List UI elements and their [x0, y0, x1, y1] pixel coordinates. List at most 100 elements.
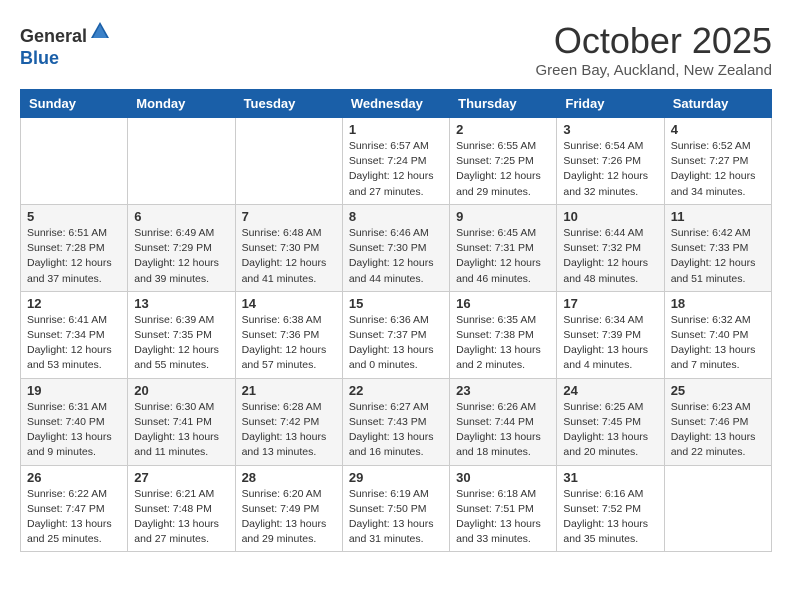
table-row: 5 Sunrise: 6:51 AM Sunset: 7:28 PM Daylig… [21, 204, 128, 291]
day-info: Sunrise: 6:41 AM Sunset: 7:34 PM Dayligh… [27, 313, 121, 374]
day-number: 17 [563, 296, 657, 311]
day-number: 19 [27, 383, 121, 398]
calendar-week-row: 26 Sunrise: 6:22 AM Sunset: 7:47 PM Dayli… [21, 465, 772, 552]
header-monday: Monday [128, 90, 235, 118]
calendar-week-row: 12 Sunrise: 6:41 AM Sunset: 7:34 PM Dayli… [21, 291, 772, 378]
header-sunday: Sunday [21, 90, 128, 118]
table-row: 22Sunrise: 6:27 AM Sunset: 7:43 PM Dayli… [342, 378, 449, 465]
header-saturday: Saturday [664, 90, 771, 118]
day-info: Sunrise: 6:35 AM Sunset: 7:38 PM Dayligh… [456, 313, 550, 374]
month-title: October 2025 [535, 20, 772, 62]
day-number: 5 [27, 209, 121, 224]
logo: General Blue [20, 20, 111, 69]
table-row: 4 Sunrise: 6:52 AM Sunset: 7:27 PM Daylig… [664, 118, 771, 205]
day-number: 10 [563, 209, 657, 224]
page-header: General Blue October 2025 Green Bay, Auc… [20, 20, 772, 79]
day-number: 1 [349, 122, 443, 137]
day-number: 12 [27, 296, 121, 311]
day-info: Sunrise: 6:39 AM Sunset: 7:35 PM Dayligh… [134, 313, 228, 374]
day-info: Sunrise: 6:16 AM Sunset: 7:52 PM Dayligh… [563, 487, 657, 548]
day-info: Sunrise: 6:22 AM Sunset: 7:47 PM Dayligh… [27, 487, 121, 548]
day-info: Sunrise: 6:21 AM Sunset: 7:48 PM Dayligh… [134, 487, 228, 548]
day-info: Sunrise: 6:49 AM Sunset: 7:29 PM Dayligh… [134, 226, 228, 287]
day-info: Sunrise: 6:51 AM Sunset: 7:28 PM Dayligh… [27, 226, 121, 287]
day-number: 20 [134, 383, 228, 398]
table-row: 17 Sunrise: 6:34 AM Sunset: 7:39 PM Dayli… [557, 291, 664, 378]
day-number: 14 [242, 296, 336, 311]
table-row: 21 Sunrise: 6:28 AM Sunset: 7:42 PM Dayli… [235, 378, 342, 465]
table-row: 15Sunrise: 6:36 AM Sunset: 7:37 PM Dayli… [342, 291, 449, 378]
table-row: 25 Sunrise: 6:23 AM Sunset: 7:46 PM Dayli… [664, 378, 771, 465]
table-row: 12 Sunrise: 6:41 AM Sunset: 7:34 PM Dayli… [21, 291, 128, 378]
day-info: Sunrise: 6:52 AM Sunset: 7:27 PM Dayligh… [671, 139, 765, 200]
day-info: Sunrise: 6:54 AM Sunset: 7:26 PM Dayligh… [563, 139, 657, 200]
day-info: Sunrise: 6:44 AM Sunset: 7:32 PM Dayligh… [563, 226, 657, 287]
day-info: Sunrise: 6:42 AM Sunset: 7:33 PM Dayligh… [671, 226, 765, 287]
calendar-header-row: Sunday Monday Tuesday Wednesday Thursday… [21, 90, 772, 118]
day-info: Sunrise: 6:30 AM Sunset: 7:41 PM Dayligh… [134, 400, 228, 461]
day-info: Sunrise: 6:31 AM Sunset: 7:40 PM Dayligh… [27, 400, 121, 461]
day-number: 26 [27, 470, 121, 485]
day-number: 21 [242, 383, 336, 398]
location-subtitle: Green Bay, Auckland, New Zealand [535, 62, 772, 79]
day-number: 13 [134, 296, 228, 311]
calendar-table: Sunday Monday Tuesday Wednesday Thursday… [20, 89, 772, 552]
day-number: 22 [349, 383, 443, 398]
day-info: Sunrise: 6:55 AM Sunset: 7:25 PM Dayligh… [456, 139, 550, 200]
table-row: 20 Sunrise: 6:30 AM Sunset: 7:41 PM Dayli… [128, 378, 235, 465]
table-row: 24Sunrise: 6:25 AM Sunset: 7:45 PM Dayli… [557, 378, 664, 465]
header-thursday: Thursday [450, 90, 557, 118]
calendar-week-row: 19 Sunrise: 6:31 AM Sunset: 7:40 PM Dayli… [21, 378, 772, 465]
day-number: 9 [456, 209, 550, 224]
table-row: 13 Sunrise: 6:39 AM Sunset: 7:35 PM Dayli… [128, 291, 235, 378]
day-info: Sunrise: 6:23 AM Sunset: 7:46 PM Dayligh… [671, 400, 765, 461]
calendar-week-row: 5 Sunrise: 6:51 AM Sunset: 7:28 PM Daylig… [21, 204, 772, 291]
day-info: Sunrise: 6:45 AM Sunset: 7:31 PM Dayligh… [456, 226, 550, 287]
table-row: 7 Sunrise: 6:48 AM Sunset: 7:30 PM Daylig… [235, 204, 342, 291]
day-number: 2 [456, 122, 550, 137]
day-number: 6 [134, 209, 228, 224]
day-info: Sunrise: 6:28 AM Sunset: 7:42 PM Dayligh… [242, 400, 336, 461]
table-row [21, 118, 128, 205]
day-number: 7 [242, 209, 336, 224]
table-row [128, 118, 235, 205]
table-row: 11Sunrise: 6:42 AM Sunset: 7:33 PM Dayli… [664, 204, 771, 291]
calendar-week-row: 1Sunrise: 6:57 AM Sunset: 7:24 PM Daylig… [21, 118, 772, 205]
table-row: 18 Sunrise: 6:32 AM Sunset: 7:40 PM Dayli… [664, 291, 771, 378]
day-number: 23 [456, 383, 550, 398]
day-number: 30 [456, 470, 550, 485]
header-friday: Friday [557, 90, 664, 118]
day-number: 18 [671, 296, 765, 311]
day-number: 27 [134, 470, 228, 485]
day-info: Sunrise: 6:25 AM Sunset: 7:45 PM Dayligh… [563, 400, 657, 461]
logo-general: General [20, 26, 87, 46]
day-info: Sunrise: 6:18 AM Sunset: 7:51 PM Dayligh… [456, 487, 550, 548]
table-row: 8Sunrise: 6:46 AM Sunset: 7:30 PM Daylig… [342, 204, 449, 291]
table-row: 19 Sunrise: 6:31 AM Sunset: 7:40 PM Dayli… [21, 378, 128, 465]
day-info: Sunrise: 6:32 AM Sunset: 7:40 PM Dayligh… [671, 313, 765, 374]
logo-blue-text: Blue [20, 48, 111, 70]
table-row: 28 Sunrise: 6:20 AM Sunset: 7:49 PM Dayli… [235, 465, 342, 552]
title-block: October 2025 Green Bay, Auckland, New Ze… [535, 20, 772, 79]
day-number: 15 [349, 296, 443, 311]
logo-text: General [20, 20, 111, 48]
table-row: 29Sunrise: 6:19 AM Sunset: 7:50 PM Dayli… [342, 465, 449, 552]
header-tuesday: Tuesday [235, 90, 342, 118]
table-row: 1Sunrise: 6:57 AM Sunset: 7:24 PM Daylig… [342, 118, 449, 205]
day-number: 31 [563, 470, 657, 485]
day-info: Sunrise: 6:48 AM Sunset: 7:30 PM Dayligh… [242, 226, 336, 287]
day-number: 8 [349, 209, 443, 224]
table-row: 9 Sunrise: 6:45 AM Sunset: 7:31 PM Daylig… [450, 204, 557, 291]
day-number: 3 [563, 122, 657, 137]
header-wednesday: Wednesday [342, 90, 449, 118]
day-info: Sunrise: 6:34 AM Sunset: 7:39 PM Dayligh… [563, 313, 657, 374]
table-row: 2 Sunrise: 6:55 AM Sunset: 7:25 PM Daylig… [450, 118, 557, 205]
day-info: Sunrise: 6:26 AM Sunset: 7:44 PM Dayligh… [456, 400, 550, 461]
logo-icon [89, 20, 111, 42]
table-row [235, 118, 342, 205]
day-info: Sunrise: 6:20 AM Sunset: 7:49 PM Dayligh… [242, 487, 336, 548]
day-number: 25 [671, 383, 765, 398]
day-number: 28 [242, 470, 336, 485]
day-number: 4 [671, 122, 765, 137]
table-row: 23 Sunrise: 6:26 AM Sunset: 7:44 PM Dayli… [450, 378, 557, 465]
